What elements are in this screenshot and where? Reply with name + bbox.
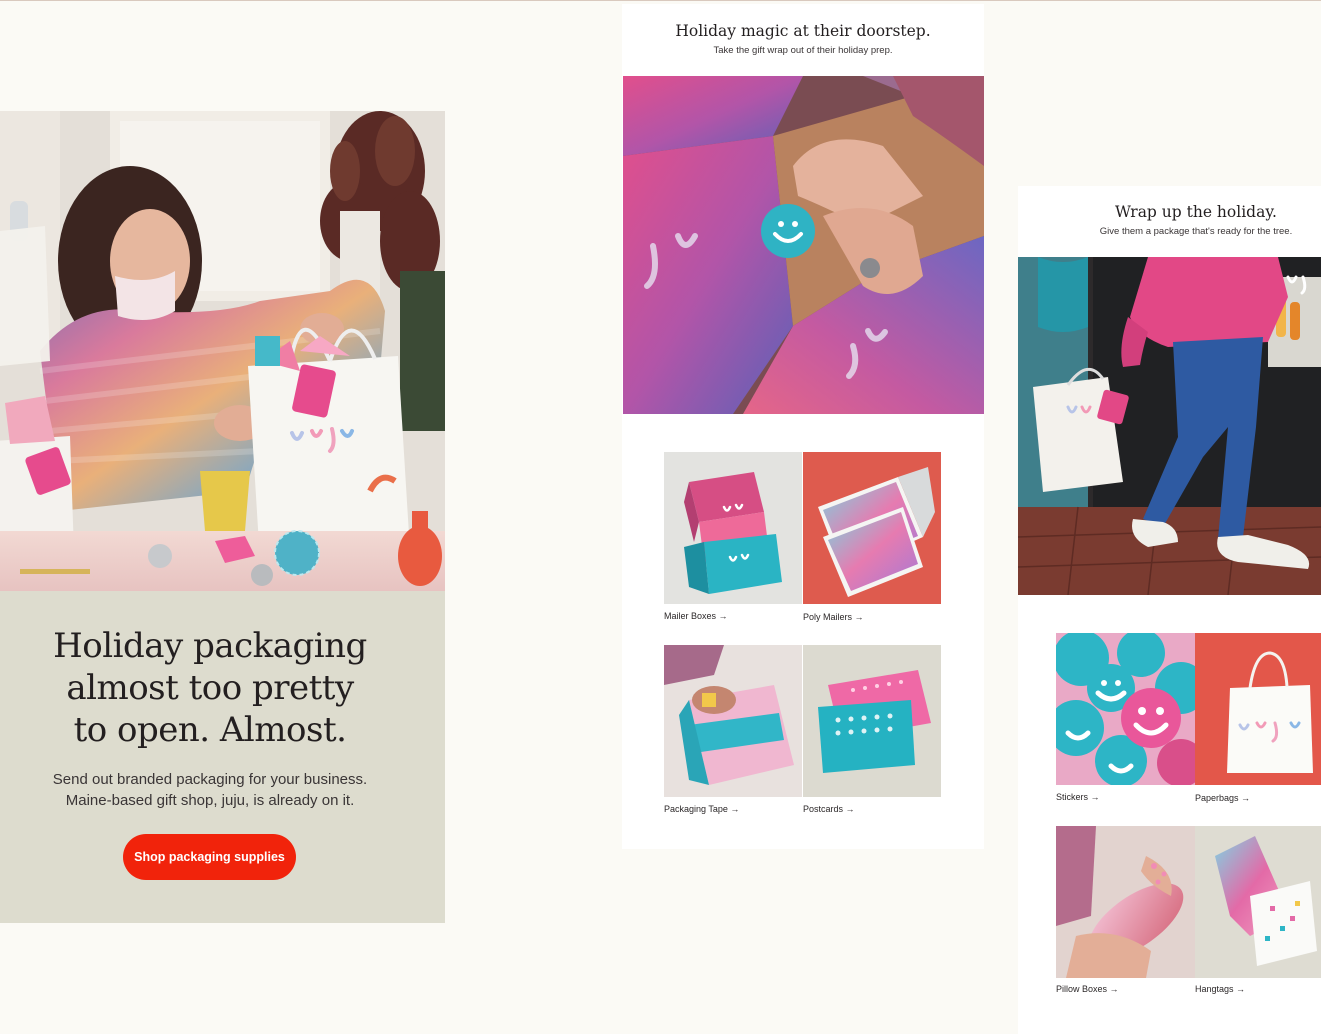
product-link-postcards[interactable]: Postcards → bbox=[803, 804, 855, 814]
product-image-postcards[interactable] bbox=[803, 645, 941, 797]
doorstep-title: Holiday magic at their doorstep. bbox=[675, 22, 931, 40]
hero-photo-gift-wrapping bbox=[0, 111, 445, 591]
hero-photo-walking-with-bag bbox=[1018, 257, 1321, 595]
product-image-packaging-tape[interactable] bbox=[664, 645, 802, 797]
product-image-hangtags[interactable] bbox=[1195, 826, 1321, 978]
product-image-poly-mailers[interactable] bbox=[803, 452, 941, 604]
headline-line: to open. Almost. bbox=[73, 710, 347, 750]
headline-line: Holiday packaging bbox=[53, 626, 367, 666]
intro-body-text: Send out branded packaging for your busi… bbox=[0, 769, 420, 811]
product-image-pillow-boxes[interactable] bbox=[1056, 826, 1195, 978]
product-link-hangtags[interactable]: Hangtags → bbox=[1195, 984, 1245, 994]
hero-photo-boxes-sticker bbox=[623, 76, 984, 414]
email-panel-wrap-holiday: Wrap up the holiday. Give them a package… bbox=[1018, 186, 1321, 1034]
wrap-holiday-title: Wrap up the holiday. bbox=[1115, 203, 1277, 221]
email-panel-doorstep: Holiday magic at their doorstep. Take th… bbox=[622, 4, 984, 849]
top-divider bbox=[0, 0, 1321, 1]
product-link-packaging-tape[interactable]: Packaging Tape → bbox=[664, 804, 739, 814]
product-image-mailer-boxes[interactable] bbox=[664, 452, 802, 604]
shop-packaging-supplies-button[interactable]: Shop packaging supplies bbox=[123, 834, 296, 880]
doorstep-subtitle: Take the gift wrap out of their holiday … bbox=[713, 45, 893, 56]
product-link-paperbags[interactable]: Paperbags → bbox=[1195, 793, 1250, 803]
product-link-stickers[interactable]: Stickers → bbox=[1056, 792, 1100, 802]
email-panel-intro: Holiday packaging almost too pretty to o… bbox=[0, 111, 445, 923]
product-image-stickers[interactable] bbox=[1056, 633, 1195, 785]
product-image-paperbags[interactable] bbox=[1195, 633, 1321, 785]
product-link-poly-mailers[interactable]: Poly Mailers → bbox=[803, 612, 864, 622]
headline-line: almost too pretty bbox=[66, 668, 354, 708]
intro-headline: Holiday packaging almost too pretty to o… bbox=[0, 625, 420, 751]
body-line: Send out branded packaging for your busi… bbox=[52, 771, 368, 788]
body-line: Maine-based gift shop, juju, is already … bbox=[65, 792, 355, 809]
product-link-pillow-boxes[interactable]: Pillow Boxes → bbox=[1056, 984, 1119, 994]
wrap-holiday-subtitle: Give them a package that's ready for the… bbox=[1099, 226, 1293, 237]
product-link-mailer-boxes[interactable]: Mailer Boxes → bbox=[664, 611, 728, 621]
